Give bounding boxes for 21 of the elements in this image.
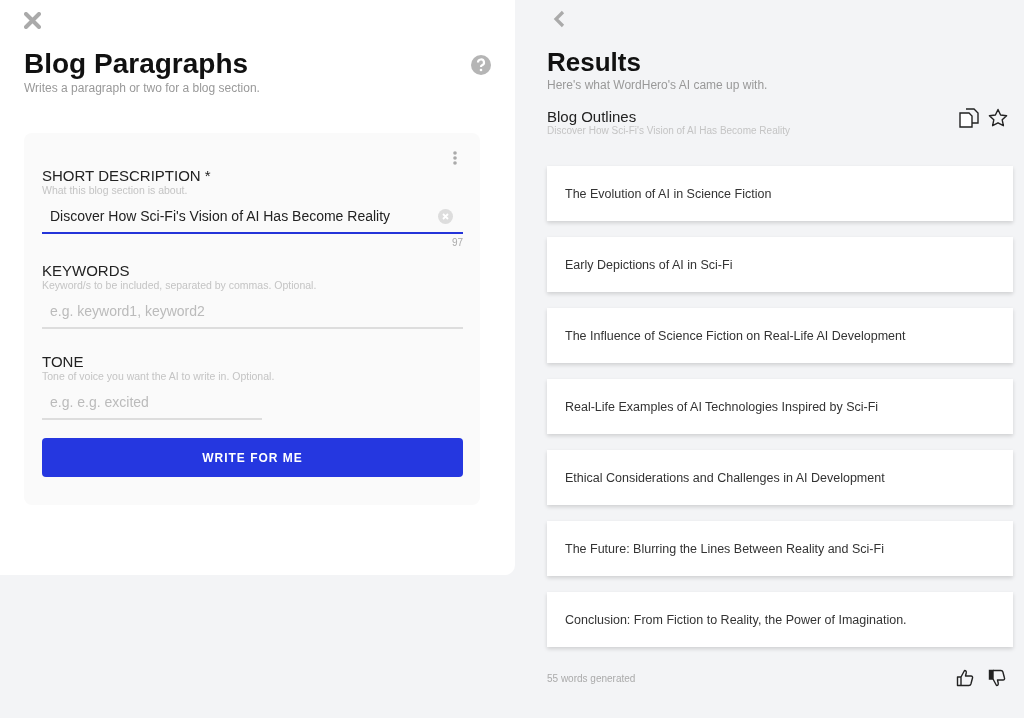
input-field[interactable]: e.g. keyword1, keyword2 — [42, 295, 463, 329]
results-subtitle: Here's what WordHero's AI came up with. — [547, 78, 769, 92]
field-label: SHORT DESCRIPTION * — [42, 167, 212, 184]
field-label: TONE — [42, 353, 85, 370]
result-item[interactable]: Conclusion: From Fiction to Reality, the Power of Imagination. — [547, 592, 1013, 647]
section-title: Blog Outlines — [547, 108, 637, 125]
result-item[interactable]: Ethical Considerations and Challenges in AI Development — [547, 450, 1013, 505]
write-button[interactable]: WRITE FOR ME — [42, 438, 463, 477]
field-label: KEYWORDS — [42, 262, 131, 279]
input-field[interactable]: Discover How Sci-Fi's Vision of AI Has Become Reality — [42, 200, 463, 234]
results-title: Results — [547, 46, 642, 78]
result-item[interactable]: Early Depictions of AI in Sci-Fi — [547, 237, 1013, 292]
input-field[interactable]: e.g. e.g. excited — [42, 386, 262, 420]
word-count: 55 words generated — [547, 672, 636, 684]
result-item[interactable]: The Evolution of AI in Science Fiction — [547, 166, 1013, 221]
form-title: Blog Paragraphs — [24, 47, 250, 81]
character-count: 97 — [450, 237, 463, 248]
result-item[interactable]: The Future: Blurring the Lines Between Reality and Sci-Fi — [547, 521, 1013, 576]
result-item[interactable]: The Influence of Science Fiction on Real-Life AI Development — [547, 308, 1013, 363]
result-item[interactable]: Real-Life Examples of AI Technologies Inspired by Sci-Fi — [547, 379, 1013, 434]
form-subtitle: Writes a paragraph or two for a blog section. — [24, 81, 260, 95]
